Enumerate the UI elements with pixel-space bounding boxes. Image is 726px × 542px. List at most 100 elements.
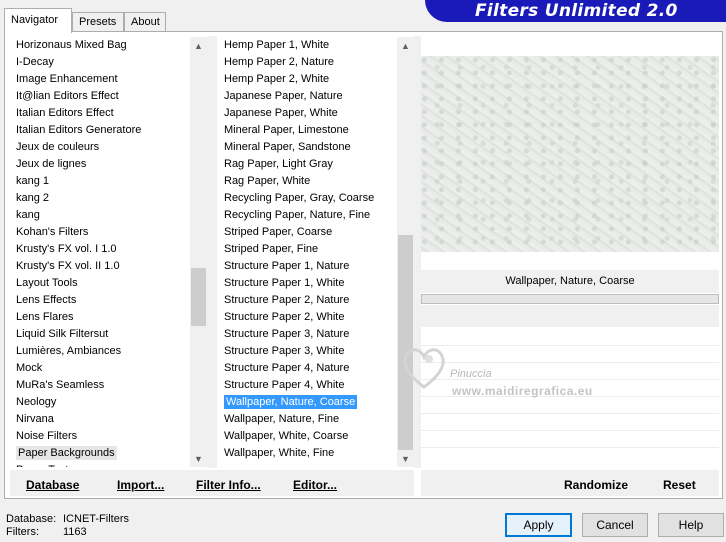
list-item[interactable]: Krusty's FX vol. II 1.0: [14, 258, 190, 275]
list-item[interactable]: MuRa's Seamless: [14, 377, 190, 394]
list-item-label: Italian Editors Generatore: [16, 124, 142, 136]
list-item-label: kang 1: [16, 175, 50, 187]
parameter-area: [421, 305, 719, 327]
list-item-label: Lens Effects: [16, 294, 77, 306]
list-item[interactable]: Lens Flares: [14, 309, 190, 326]
list-item[interactable]: Layout Tools: [14, 275, 190, 292]
import-button-label: Import...: [117, 478, 165, 492]
list-item-label: Structure Paper 4, White: [224, 379, 345, 391]
list-item[interactable]: Mock: [14, 360, 190, 377]
list-item[interactable]: Wallpaper, White, Fine: [222, 445, 397, 462]
list-item[interactable]: Paper Backgrounds: [14, 445, 190, 462]
list-item-label: Nirvana: [16, 413, 54, 425]
list-item[interactable]: Structure Paper 1, White: [222, 275, 397, 292]
list-item[interactable]: Structure Paper 4, White: [222, 377, 397, 394]
list-item[interactable]: It@lian Editors Effect: [14, 88, 190, 105]
list-item[interactable]: Mineral Paper, Sandstone: [222, 139, 397, 156]
tab-navigator[interactable]: Navigator: [4, 8, 72, 33]
watermark-name: Pinuccia: [450, 368, 492, 380]
list-item-label: Krusty's FX vol. I 1.0: [16, 243, 117, 255]
list-item-label: Structure Paper 2, White: [224, 311, 345, 323]
list-item[interactable]: Recycling Paper, Nature, Fine: [222, 207, 397, 224]
list-item[interactable]: Structure Paper 4, Nature: [222, 360, 397, 377]
list-item[interactable]: Lens Effects: [14, 292, 190, 309]
list-item[interactable]: Hemp Paper 2, White: [222, 71, 397, 88]
list-item[interactable]: Italian Editors Effect: [14, 105, 190, 122]
apply-button[interactable]: Apply: [505, 513, 572, 537]
reset-button-label: Reset: [663, 478, 696, 492]
list-item[interactable]: Neology: [14, 394, 190, 411]
list-item-label: Mock: [16, 362, 43, 374]
list-item[interactable]: Structure Paper 1, Nature: [222, 258, 397, 275]
list-item[interactable]: Rag Paper, Light Gray: [222, 156, 397, 173]
scroll-down-icon[interactable]: ▼: [190, 450, 207, 467]
randomize-button[interactable]: Randomize: [564, 478, 628, 492]
list-item-label: Mineral Paper, Limestone: [224, 124, 349, 136]
import-button[interactable]: Import...: [117, 478, 164, 492]
list-item[interactable]: Liquid Silk Filtersut: [14, 326, 190, 343]
cancel-button[interactable]: Cancel: [582, 513, 648, 537]
list-item-label: Hemp Paper 2, Nature: [224, 56, 335, 68]
list-item-label: Horizonaus Mixed Bag: [16, 39, 127, 51]
help-button[interactable]: Help: [658, 513, 724, 537]
list-item-label: Structure Paper 1, Nature: [224, 260, 350, 272]
list-item[interactable]: Italian Editors Generatore: [14, 122, 190, 139]
list-item-label: Striped Paper, Coarse: [224, 226, 333, 238]
list-item[interactable]: Lumières, Ambiances: [14, 343, 190, 360]
list-item-label: kang: [16, 209, 40, 221]
list-item[interactable]: Kohan's Filters: [14, 224, 190, 241]
filter-list[interactable]: Hemp Paper 1, White Hemp Paper 2, Nature H…: [222, 37, 397, 467]
scroll-up-icon[interactable]: ▲: [397, 37, 414, 54]
list-item[interactable]: Jeux de couleurs: [14, 139, 190, 156]
list-item[interactable]: Striped Paper, Coarse: [222, 224, 397, 241]
banner-title: Filters Unlimited 2.0: [475, 1, 678, 21]
list-item[interactable]: kang 2: [14, 190, 190, 207]
list-item[interactable]: Horizonaus Mixed Bag: [14, 37, 190, 54]
list-item[interactable]: Structure Paper 2, Nature: [222, 292, 397, 309]
list-item[interactable]: Structure Paper 3, White: [222, 343, 397, 360]
database-button[interactable]: Database: [26, 478, 79, 492]
tab-about[interactable]: About: [124, 12, 166, 32]
list-item[interactable]: Japanese Paper, White: [222, 105, 397, 122]
list-item-label: It@lian Editors Effect: [16, 90, 119, 102]
list-item-label: Kohan's Filters: [16, 226, 89, 238]
filters-count-label: Filters:: [6, 526, 39, 538]
list-item[interactable]: I-Decay: [14, 54, 190, 71]
list-item[interactable]: Recycling Paper, Gray, Coarse: [222, 190, 397, 207]
list-item[interactable]: Rag Paper, White: [222, 173, 397, 190]
list-item-label: Wallpaper, White, Coarse: [224, 430, 349, 442]
heart-watermark-icon: [403, 348, 445, 389]
list-item[interactable]: kang 1: [14, 173, 190, 190]
list-item[interactable]: Mineral Paper, Limestone: [222, 122, 397, 139]
list-item-label: Jeux de lignes: [16, 158, 87, 170]
list-item[interactable]: Nirvana: [14, 411, 190, 428]
list-item[interactable]: Structure Paper 3, Nature: [222, 326, 397, 343]
list-item[interactable]: Hemp Paper 1, White: [222, 37, 397, 54]
list-item[interactable]: Wallpaper, Nature, Coarse: [222, 394, 397, 411]
list-item-label: Rag Paper, White: [224, 175, 311, 187]
list-item[interactable]: Krusty's FX vol. I 1.0: [14, 241, 190, 258]
list-item[interactable]: Japanese Paper, Nature: [222, 88, 397, 105]
list-item[interactable]: Wallpaper, Nature, Fine: [222, 411, 397, 428]
tab-presets[interactable]: Presets: [72, 12, 124, 32]
list-item[interactable]: Wallpaper, White, Coarse: [222, 428, 397, 445]
list-item[interactable]: Striped Paper, Fine: [222, 241, 397, 258]
filter-scrollbar[interactable]: ▲ ▼: [397, 37, 414, 467]
list-item[interactable]: Structure Paper 2, White: [222, 309, 397, 326]
scroll-thumb[interactable]: [191, 268, 206, 326]
filter-info-button[interactable]: Filter Info...: [196, 478, 261, 492]
list-item[interactable]: Jeux de lignes: [14, 156, 190, 173]
category-scrollbar[interactable]: ▲ ▼: [190, 37, 207, 467]
category-list[interactable]: Horizonaus Mixed Bag I-Decay Image Enhance…: [14, 37, 190, 467]
list-item[interactable]: Paper Textures: [14, 462, 190, 467]
list-item[interactable]: Image Enhancement: [14, 71, 190, 88]
list-item[interactable]: Hemp Paper 2, Nature: [222, 54, 397, 71]
list-item[interactable]: Noise Filters: [14, 428, 190, 445]
reset-button[interactable]: Reset: [663, 478, 696, 492]
scroll-down-icon[interactable]: ▼: [397, 450, 414, 467]
scroll-up-icon[interactable]: ▲: [190, 37, 207, 54]
list-divider: [207, 36, 217, 468]
list-item[interactable]: kang: [14, 207, 190, 224]
editor-button[interactable]: Editor...: [293, 478, 337, 492]
database-status-label: Database:: [6, 513, 57, 525]
